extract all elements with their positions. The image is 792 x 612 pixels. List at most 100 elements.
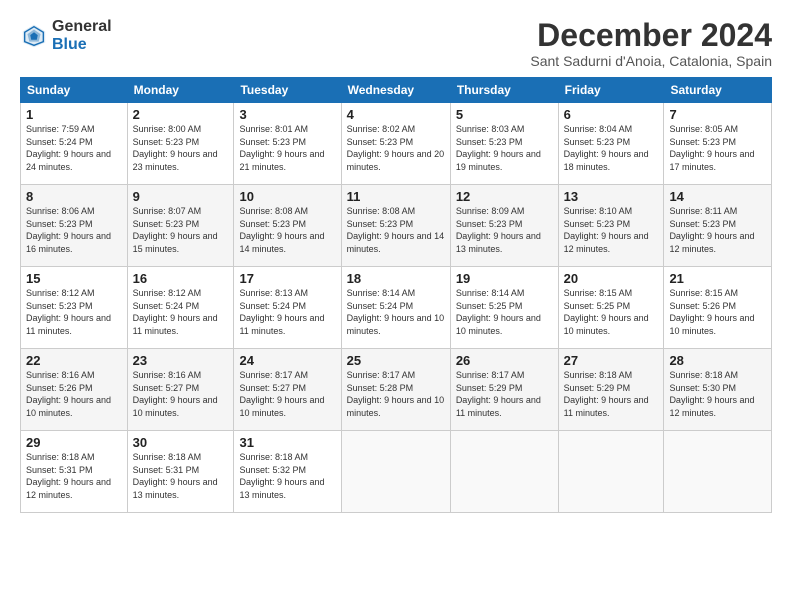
day-number: 18: [347, 271, 445, 286]
day-info: Sunrise: 8:18 AMSunset: 5:32 PMDaylight:…: [239, 451, 335, 501]
calendar-cell: 4Sunrise: 8:02 AMSunset: 5:23 PMDaylight…: [341, 103, 450, 185]
day-info: Sunrise: 8:00 AMSunset: 5:23 PMDaylight:…: [133, 123, 229, 173]
calendar-body: 1Sunrise: 7:59 AMSunset: 5:24 PMDaylight…: [21, 103, 772, 513]
calendar-table: SundayMondayTuesdayWednesdayThursdayFrid…: [20, 77, 772, 513]
location-subtitle: Sant Sadurni d'Anoia, Catalonia, Spain: [530, 53, 772, 69]
day-number: 9: [133, 189, 229, 204]
day-info: Sunrise: 8:07 AMSunset: 5:23 PMDaylight:…: [133, 205, 229, 255]
day-number: 17: [239, 271, 335, 286]
calendar-cell: 18Sunrise: 8:14 AMSunset: 5:24 PMDayligh…: [341, 267, 450, 349]
calendar-cell: 21Sunrise: 8:15 AMSunset: 5:26 PMDayligh…: [664, 267, 772, 349]
calendar-cell: 2Sunrise: 8:00 AMSunset: 5:23 PMDaylight…: [127, 103, 234, 185]
day-header-thursday: Thursday: [450, 78, 558, 103]
calendar-cell: [450, 431, 558, 513]
day-info: Sunrise: 8:17 AMSunset: 5:29 PMDaylight:…: [456, 369, 553, 419]
day-number: 31: [239, 435, 335, 450]
calendar-cell: 13Sunrise: 8:10 AMSunset: 5:23 PMDayligh…: [558, 185, 664, 267]
day-info: Sunrise: 7:59 AMSunset: 5:24 PMDaylight:…: [26, 123, 122, 173]
day-info: Sunrise: 8:18 AMSunset: 5:31 PMDaylight:…: [133, 451, 229, 501]
calendar-cell: 5Sunrise: 8:03 AMSunset: 5:23 PMDaylight…: [450, 103, 558, 185]
day-info: Sunrise: 8:16 AMSunset: 5:27 PMDaylight:…: [133, 369, 229, 419]
day-number: 23: [133, 353, 229, 368]
day-info: Sunrise: 8:16 AMSunset: 5:26 PMDaylight:…: [26, 369, 122, 419]
calendar-week-row: 15Sunrise: 8:12 AMSunset: 5:23 PMDayligh…: [21, 267, 772, 349]
calendar-cell: 28Sunrise: 8:18 AMSunset: 5:30 PMDayligh…: [664, 349, 772, 431]
logo: General Blue: [20, 18, 112, 53]
day-info: Sunrise: 8:18 AMSunset: 5:29 PMDaylight:…: [564, 369, 659, 419]
day-header-wednesday: Wednesday: [341, 78, 450, 103]
calendar-header-row: SundayMondayTuesdayWednesdayThursdayFrid…: [21, 78, 772, 103]
day-number: 6: [564, 107, 659, 122]
day-number: 29: [26, 435, 122, 450]
calendar-week-row: 22Sunrise: 8:16 AMSunset: 5:26 PMDayligh…: [21, 349, 772, 431]
day-number: 28: [669, 353, 766, 368]
calendar-cell: 29Sunrise: 8:18 AMSunset: 5:31 PMDayligh…: [21, 431, 128, 513]
day-info: Sunrise: 8:12 AMSunset: 5:24 PMDaylight:…: [133, 287, 229, 337]
page: General Blue December 2024 Sant Sadurni …: [0, 0, 792, 612]
logo-text: General Blue: [52, 18, 112, 53]
calendar-cell: 8Sunrise: 8:06 AMSunset: 5:23 PMDaylight…: [21, 185, 128, 267]
calendar-cell: 23Sunrise: 8:16 AMSunset: 5:27 PMDayligh…: [127, 349, 234, 431]
day-number: 25: [347, 353, 445, 368]
logo-icon: [20, 22, 48, 50]
day-number: 4: [347, 107, 445, 122]
month-title: December 2024: [530, 18, 772, 53]
day-info: Sunrise: 8:18 AMSunset: 5:31 PMDaylight:…: [26, 451, 122, 501]
calendar-cell: 12Sunrise: 8:09 AMSunset: 5:23 PMDayligh…: [450, 185, 558, 267]
day-info: Sunrise: 8:13 AMSunset: 5:24 PMDaylight:…: [239, 287, 335, 337]
day-number: 3: [239, 107, 335, 122]
day-number: 12: [456, 189, 553, 204]
calendar-week-row: 8Sunrise: 8:06 AMSunset: 5:23 PMDaylight…: [21, 185, 772, 267]
calendar-cell: 30Sunrise: 8:18 AMSunset: 5:31 PMDayligh…: [127, 431, 234, 513]
day-number: 2: [133, 107, 229, 122]
calendar-cell: 7Sunrise: 8:05 AMSunset: 5:23 PMDaylight…: [664, 103, 772, 185]
calendar-cell: [341, 431, 450, 513]
day-number: 27: [564, 353, 659, 368]
calendar-week-row: 29Sunrise: 8:18 AMSunset: 5:31 PMDayligh…: [21, 431, 772, 513]
title-area: December 2024 Sant Sadurni d'Anoia, Cata…: [530, 18, 772, 69]
day-info: Sunrise: 8:12 AMSunset: 5:23 PMDaylight:…: [26, 287, 122, 337]
header: General Blue December 2024 Sant Sadurni …: [20, 18, 772, 69]
day-number: 11: [347, 189, 445, 204]
day-info: Sunrise: 8:09 AMSunset: 5:23 PMDaylight:…: [456, 205, 553, 255]
day-number: 1: [26, 107, 122, 122]
day-number: 21: [669, 271, 766, 286]
day-header-friday: Friday: [558, 78, 664, 103]
day-info: Sunrise: 8:04 AMSunset: 5:23 PMDaylight:…: [564, 123, 659, 173]
day-number: 8: [26, 189, 122, 204]
day-number: 22: [26, 353, 122, 368]
day-header-tuesday: Tuesday: [234, 78, 341, 103]
day-number: 26: [456, 353, 553, 368]
day-number: 10: [239, 189, 335, 204]
day-number: 20: [564, 271, 659, 286]
day-info: Sunrise: 8:08 AMSunset: 5:23 PMDaylight:…: [239, 205, 335, 255]
day-info: Sunrise: 8:18 AMSunset: 5:30 PMDaylight:…: [669, 369, 766, 419]
day-info: Sunrise: 8:11 AMSunset: 5:23 PMDaylight:…: [669, 205, 766, 255]
calendar-cell: 14Sunrise: 8:11 AMSunset: 5:23 PMDayligh…: [664, 185, 772, 267]
day-info: Sunrise: 8:05 AMSunset: 5:23 PMDaylight:…: [669, 123, 766, 173]
day-header-sunday: Sunday: [21, 78, 128, 103]
calendar-cell: 3Sunrise: 8:01 AMSunset: 5:23 PMDaylight…: [234, 103, 341, 185]
calendar-cell: [558, 431, 664, 513]
calendar-cell: 24Sunrise: 8:17 AMSunset: 5:27 PMDayligh…: [234, 349, 341, 431]
calendar-cell: 10Sunrise: 8:08 AMSunset: 5:23 PMDayligh…: [234, 185, 341, 267]
calendar-cell: 1Sunrise: 7:59 AMSunset: 5:24 PMDaylight…: [21, 103, 128, 185]
calendar-cell: 31Sunrise: 8:18 AMSunset: 5:32 PMDayligh…: [234, 431, 341, 513]
day-number: 14: [669, 189, 766, 204]
calendar-cell: 19Sunrise: 8:14 AMSunset: 5:25 PMDayligh…: [450, 267, 558, 349]
day-info: Sunrise: 8:15 AMSunset: 5:26 PMDaylight:…: [669, 287, 766, 337]
day-info: Sunrise: 8:08 AMSunset: 5:23 PMDaylight:…: [347, 205, 445, 255]
day-info: Sunrise: 8:10 AMSunset: 5:23 PMDaylight:…: [564, 205, 659, 255]
calendar-cell: 25Sunrise: 8:17 AMSunset: 5:28 PMDayligh…: [341, 349, 450, 431]
calendar-cell: 9Sunrise: 8:07 AMSunset: 5:23 PMDaylight…: [127, 185, 234, 267]
calendar-cell: [664, 431, 772, 513]
day-info: Sunrise: 8:14 AMSunset: 5:24 PMDaylight:…: [347, 287, 445, 337]
day-info: Sunrise: 8:06 AMSunset: 5:23 PMDaylight:…: [26, 205, 122, 255]
day-number: 13: [564, 189, 659, 204]
calendar-cell: 20Sunrise: 8:15 AMSunset: 5:25 PMDayligh…: [558, 267, 664, 349]
calendar-cell: 6Sunrise: 8:04 AMSunset: 5:23 PMDaylight…: [558, 103, 664, 185]
day-info: Sunrise: 8:01 AMSunset: 5:23 PMDaylight:…: [239, 123, 335, 173]
day-number: 15: [26, 271, 122, 286]
day-info: Sunrise: 8:03 AMSunset: 5:23 PMDaylight:…: [456, 123, 553, 173]
day-number: 7: [669, 107, 766, 122]
